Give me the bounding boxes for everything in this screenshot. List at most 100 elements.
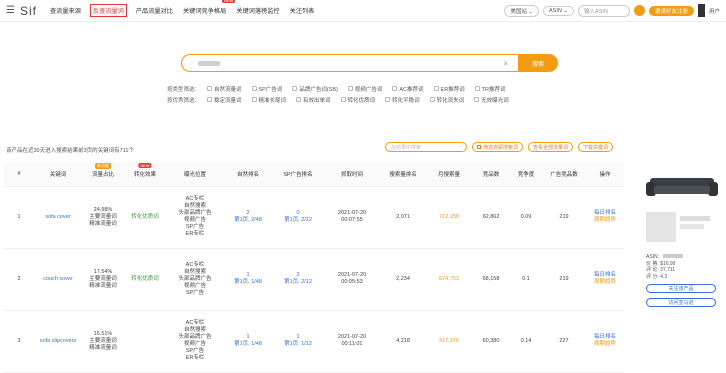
- nav-item[interactable]: 关键词竞争格局 NEW: [182, 0, 236, 17]
- sp-rank-page[interactable]: 第1页, 1/12: [272, 341, 324, 348]
- column-header[interactable]: 竞争度: [510, 162, 542, 187]
- table-cell: AC专栏 自然搜索 头部品牌广告 视频广告 SP广告: [166, 248, 224, 311]
- checkbox-icon[interactable]: [474, 86, 480, 91]
- search-icon[interactable]: [633, 5, 645, 16]
- natural-rank[interactable]: 1: [224, 272, 272, 279]
- checkbox-icon[interactable]: [340, 97, 346, 102]
- column-header[interactable]: 操作: [586, 162, 624, 187]
- logo[interactable]: ☰ Sif: [6, 4, 37, 18]
- column-header[interactable]: 流量占比 新功能: [82, 162, 124, 187]
- column-header[interactable]: 抓取时间: [324, 162, 380, 187]
- table-cell: 712,150: [426, 186, 472, 249]
- column-header[interactable]: 月搜索量: [426, 162, 472, 187]
- filter-option[interactable]: 稳定流量词: [207, 96, 242, 104]
- checkbox-icon[interactable]: [207, 86, 212, 91]
- checkbox-icon[interactable]: [385, 97, 391, 102]
- view-all-button[interactable]: 查看全部流量词: [528, 142, 574, 152]
- column-header-label: 曝光位置: [183, 171, 206, 178]
- column-badge: 新功能: [95, 163, 111, 169]
- nav-item[interactable]: 产品流量对比: [135, 4, 174, 17]
- exposure-position: 视频广告: [183, 341, 206, 347]
- checkbox-icon[interactable]: [292, 86, 298, 91]
- column-header[interactable]: 关键词: [34, 162, 82, 187]
- trend-link[interactable]: 周期趋势: [586, 217, 624, 224]
- daily-rank-link[interactable]: 每日排名: [586, 210, 624, 217]
- column-header[interactable]: 曝光位置: [166, 162, 224, 187]
- checkbox-icon[interactable]: [347, 86, 353, 91]
- filter-option[interactable]: 转化优质词: [340, 96, 375, 104]
- search-icon[interactable]: ○: [459, 144, 462, 150]
- column-header[interactable]: 自然排名: [224, 162, 272, 187]
- sp-rank-page[interactable]: 第1页, 2/12: [272, 279, 324, 286]
- sp-rank[interactable]: 1: [272, 334, 324, 341]
- column-header-label: 自然排名: [236, 171, 259, 178]
- checkbox-icon[interactable]: [207, 97, 212, 102]
- menu-icon[interactable]: ☰: [6, 5, 16, 16]
- filter-option[interactable]: TR推荐词: [474, 85, 506, 93]
- filter-option[interactable]: 有效出单词: [296, 96, 331, 104]
- search-button[interactable]: 搜索: [518, 54, 558, 72]
- checkbox-icon[interactable]: [433, 86, 439, 91]
- daily-rank-link[interactable]: 每日排名: [586, 272, 624, 279]
- keyword-link[interactable]: sofa slipcovers: [34, 338, 82, 345]
- sp-rank[interactable]: 0: [272, 210, 324, 217]
- trend-link[interactable]: 周期趋势: [586, 341, 624, 348]
- nav-item[interactable]: 查流量来源: [49, 4, 82, 17]
- filter-frequent-button[interactable]: 筛选高频搜索词: [472, 142, 524, 152]
- checkbox-icon[interactable]: [251, 97, 257, 102]
- filter-option[interactable]: AC推荐词: [392, 85, 424, 93]
- sp-rank[interactable]: 2: [272, 272, 324, 279]
- visit-amazon-button[interactable]: 访问亚马逊: [646, 298, 716, 307]
- keyword-link[interactable]: couch cover: [34, 276, 82, 283]
- keyword-link[interactable]: sofa cover: [34, 214, 82, 221]
- asin-type-select[interactable]: ASIN ⌄: [542, 5, 574, 16]
- column-header[interactable]: SP广告排名: [272, 162, 324, 187]
- user-name[interactable]: 用户: [709, 7, 720, 15]
- crawl-time: 00:07:55: [341, 217, 363, 223]
- column-header[interactable]: 搜索量排名: [380, 162, 426, 187]
- nav-item[interactable]: 关键词落榜监控: [235, 4, 280, 17]
- trend-link[interactable]: 周期趋势: [586, 279, 624, 286]
- natural-rank[interactable]: 2: [224, 210, 272, 217]
- asin-input[interactable]: 输入ASIN: [577, 4, 630, 17]
- column-header-label: 广告竞品数: [550, 171, 578, 178]
- daily-rank-link[interactable]: 每日排名: [586, 334, 624, 341]
- filter-option[interactable]: ER推荐词: [433, 85, 465, 93]
- invite-button[interactable]: 邀请好友注册: [648, 5, 694, 16]
- filter-option[interactable]: 自然流量词: [207, 85, 242, 93]
- column-header[interactable]: 竞品数: [472, 162, 510, 187]
- checkbox-icon[interactable]: [251, 86, 257, 91]
- filter-option[interactable]: 视频广告词: [347, 85, 382, 93]
- natural-rank-page[interactable]: 第1页, 1/48: [224, 279, 272, 286]
- traffic-share: 精准流量词: [89, 220, 117, 227]
- checkbox-icon[interactable]: [429, 97, 435, 102]
- filter-option[interactable]: 品牌广告词(SB): [292, 85, 338, 93]
- natural-rank-page[interactable]: 第1页, 1/48: [224, 341, 272, 348]
- sp-rank-page[interactable]: 第1页, 2/12: [272, 217, 324, 224]
- nav-item[interactable]: 关注列表: [289, 4, 316, 17]
- table-cell: 4,218: [380, 310, 426, 373]
- nav-item[interactable]: 反查流量词: [89, 4, 127, 17]
- natural-rank-page[interactable]: 第1页, 2/48: [224, 217, 272, 224]
- column-header[interactable]: 广告竞品数: [542, 162, 586, 187]
- filter-option[interactable]: 转化流失词: [429, 96, 464, 104]
- clear-icon[interactable]: ×: [503, 59, 508, 68]
- filter-row-type: 按类型筛选： 自然流量词 SP广告词 品牌广告词(SB) 视频广告词 AC推荐词 ER推荐…: [167, 83, 519, 94]
- column-header[interactable]: #: [4, 162, 34, 187]
- column-header[interactable]: 转化效果 NEW: [124, 162, 166, 187]
- avatar[interactable]: [697, 4, 705, 17]
- natural-rank[interactable]: 1: [224, 334, 272, 341]
- follow-product-button[interactable]: 关注该产品: [646, 284, 716, 293]
- download-button[interactable]: 下载关键词: [578, 142, 614, 152]
- filter-option[interactable]: SP广告词: [251, 85, 282, 93]
- checkbox-icon[interactable]: [474, 97, 480, 102]
- blurred-search-value: [198, 60, 220, 66]
- checkbox-icon[interactable]: [392, 86, 398, 91]
- checkbox-icon[interactable]: [296, 97, 302, 102]
- filter-option[interactable]: 精准长尾词: [251, 96, 286, 104]
- search-input[interactable]: ×: [181, 54, 518, 72]
- filter-option[interactable]: 无效曝光词: [474, 96, 509, 104]
- filter-option[interactable]: 转化平稳词: [385, 96, 420, 104]
- result-search-input[interactable]: 在结果中搜索 ○: [385, 142, 467, 152]
- site-select[interactable]: 美国站 ⌄: [504, 4, 539, 17]
